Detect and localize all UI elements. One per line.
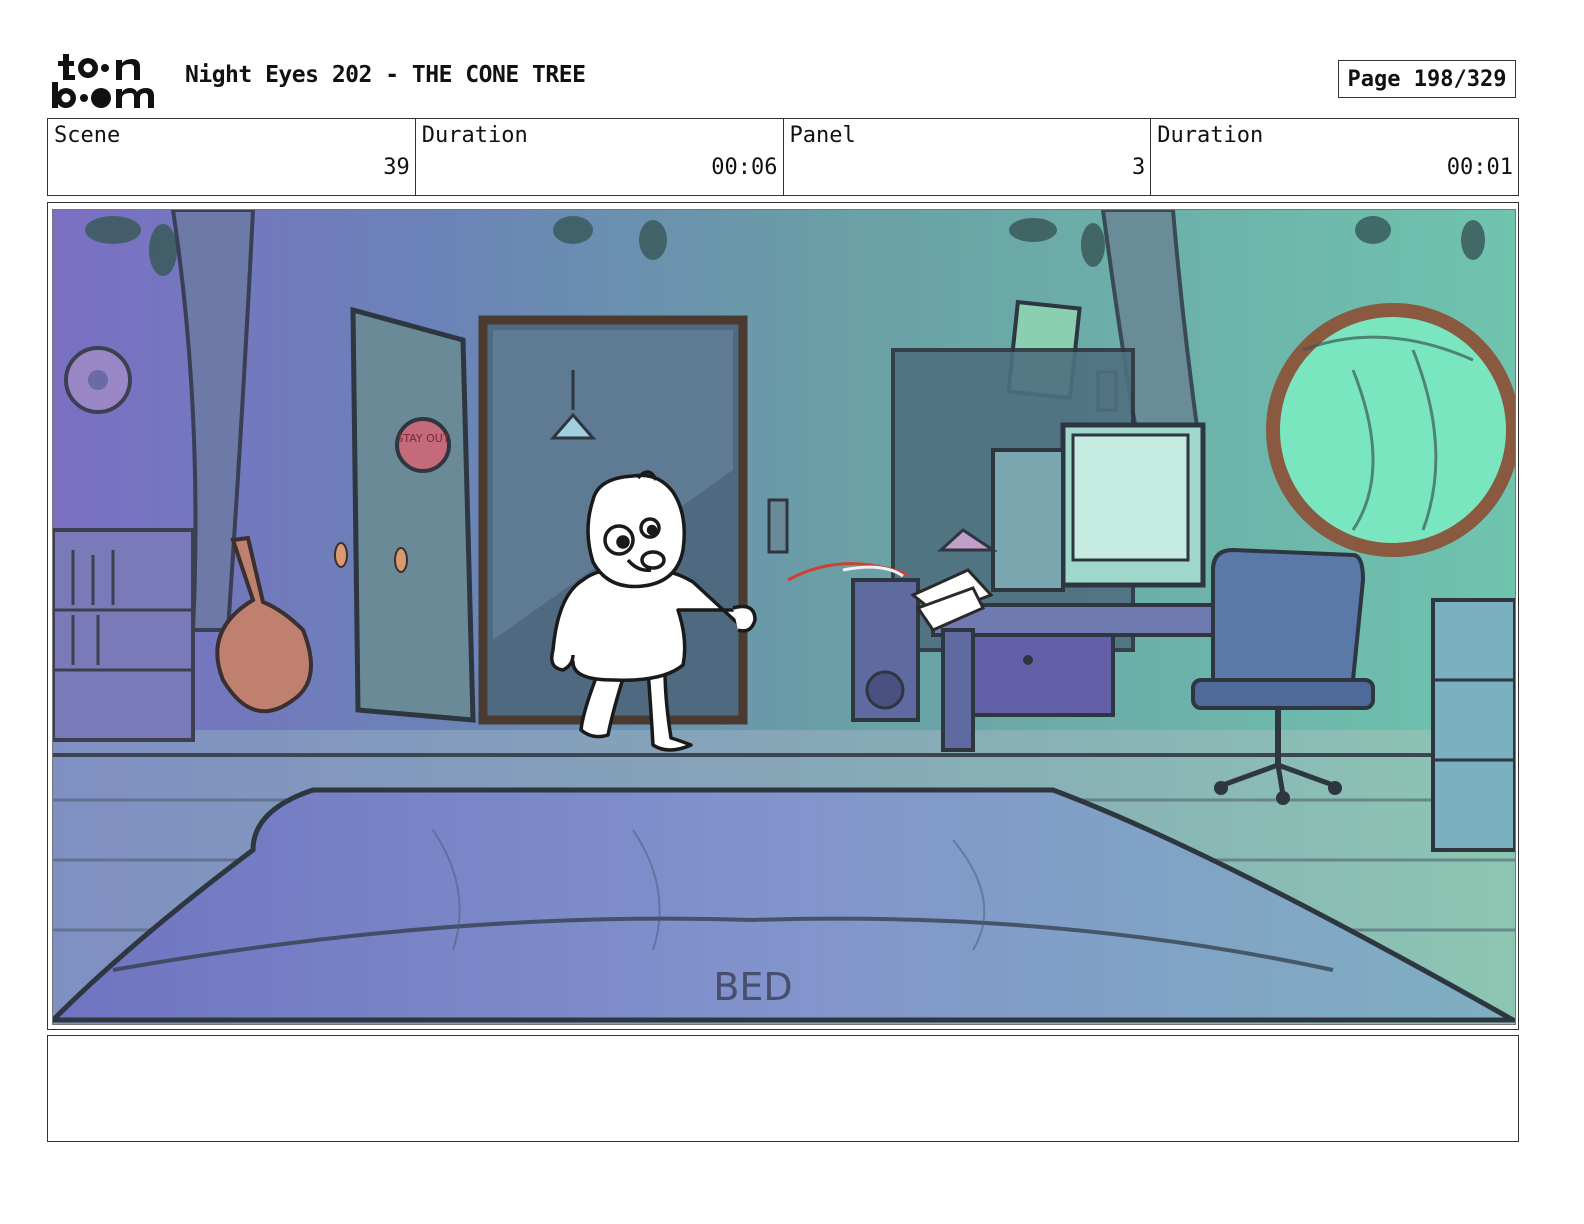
scene-duration-value: 00:06: [711, 155, 778, 180]
panel-label: Panel: [789, 123, 856, 148]
storyboard-panel-image: STAY OUT BED: [52, 209, 1516, 1025]
scene-value: 39: [383, 155, 410, 180]
page-number: Page 198/329: [1347, 66, 1507, 92]
panel-info-row: Scene 39 Duration 00:06 Panel 3 Duration…: [47, 118, 1519, 196]
scene-duration-label: Duration: [421, 123, 528, 148]
panel-value: 3: [1132, 155, 1146, 180]
toon-boom-logo: [50, 50, 165, 112]
bed-label: BED: [713, 965, 792, 1009]
page-number-box: Page 198/329: [1338, 60, 1516, 98]
scene-label: Scene: [54, 123, 121, 148]
panel-duration-value: 00:01: [1446, 155, 1513, 180]
document-title: Night Eyes 202 - THE CONE TREE: [185, 62, 586, 88]
panel-duration-label: Duration: [1157, 123, 1264, 148]
panel-duration-cell: Duration 00:01: [1151, 119, 1518, 195]
door-sign-text: STAY OUT: [396, 432, 449, 445]
notes-box: [47, 1035, 1519, 1142]
scene-cell: Scene 39: [48, 119, 416, 195]
panel-cell: Panel 3: [784, 119, 1152, 195]
scene-duration-cell: Duration 00:06: [416, 119, 784, 195]
storyboard-panel-frame: STAY OUT BED: [47, 202, 1519, 1030]
